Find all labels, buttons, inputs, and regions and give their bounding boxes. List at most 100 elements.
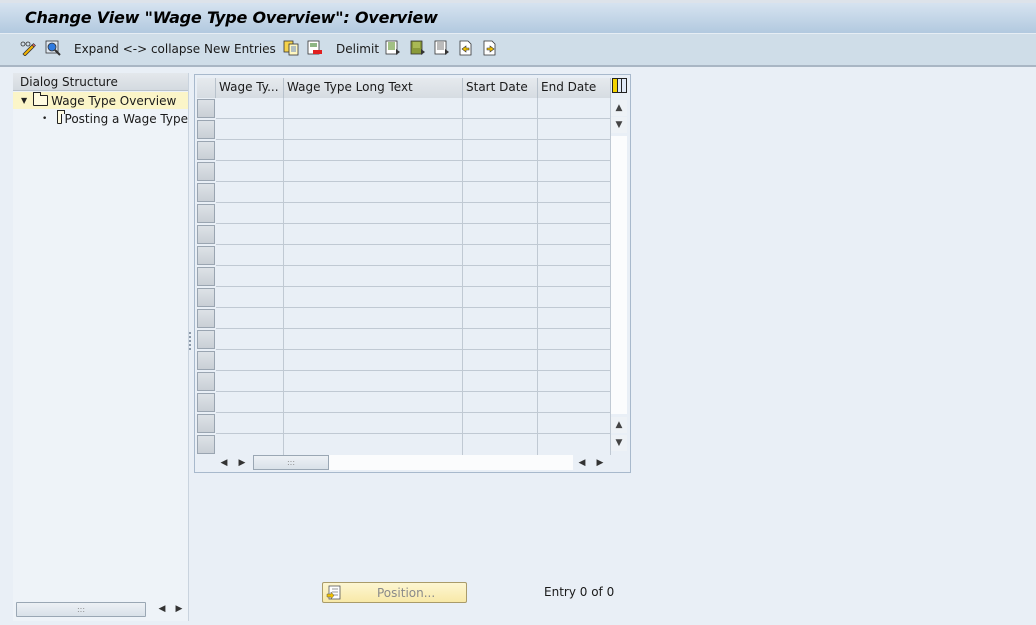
table-cell[interactable] (216, 245, 284, 266)
table-cell[interactable] (216, 98, 284, 119)
scroll-right-end-arrow-icon[interactable]: ▶ (593, 456, 607, 470)
position-button[interactable]: Position... (322, 582, 467, 603)
table-cell[interactable] (216, 161, 284, 182)
table-cell[interactable] (538, 161, 611, 182)
expand-triangle-icon[interactable]: ▼ (21, 96, 27, 105)
table-cell[interactable] (538, 287, 611, 308)
table-cell[interactable] (284, 119, 463, 140)
horizontal-scroll-thumb[interactable]: ::: (253, 455, 329, 470)
table-cell[interactable] (538, 371, 611, 392)
table-cell[interactable] (463, 161, 538, 182)
column-header-start-date[interactable]: Start Date (463, 78, 538, 98)
delete-button[interactable] (307, 40, 323, 56)
row-selector[interactable] (197, 393, 215, 412)
row-selector[interactable] (197, 120, 215, 139)
table-cell[interactable] (216, 329, 284, 350)
new-entries-button[interactable]: New Entries (204, 42, 276, 56)
table-cell[interactable] (463, 371, 538, 392)
find-button[interactable] (45, 40, 61, 56)
table-cell[interactable] (463, 308, 538, 329)
scroll-left-arrow-icon[interactable]: ◀ (217, 456, 231, 470)
table-cell[interactable] (216, 350, 284, 371)
table-cell[interactable] (284, 350, 463, 371)
table-cell[interactable] (538, 329, 611, 350)
select-all-rows-corner[interactable] (197, 78, 216, 98)
tree-node-wage-type-overview[interactable]: ▼ Wage Type Overview (13, 92, 188, 109)
table-cell[interactable] (538, 98, 611, 119)
scroll-up-icon[interactable]: ▲ (611, 100, 627, 116)
column-header-end-date[interactable]: End Date (538, 78, 611, 98)
row-selector[interactable] (197, 204, 215, 223)
column-header-long-text[interactable]: Wage Type Long Text (284, 78, 463, 98)
horizontal-scroll-track[interactable] (329, 455, 573, 470)
row-selector[interactable] (197, 267, 215, 286)
tree-node-posting-wage-type[interactable]: • Posting a Wage Type (13, 110, 188, 127)
row-selector[interactable] (197, 330, 215, 349)
table-cell[interactable] (284, 245, 463, 266)
table-cell[interactable] (284, 224, 463, 245)
scroll-page-down-icon[interactable]: ▼ (611, 435, 627, 451)
table-cell[interactable] (463, 329, 538, 350)
table-cell[interactable] (463, 119, 538, 140)
table-cell[interactable] (216, 182, 284, 203)
table-cell[interactable] (538, 140, 611, 161)
select-all-button[interactable] (385, 40, 401, 56)
table-cell[interactable] (463, 182, 538, 203)
copy-as-button[interactable] (283, 40, 299, 56)
table-cell[interactable] (538, 245, 611, 266)
row-selector[interactable] (197, 435, 215, 454)
delimit-button[interactable]: Delimit (336, 42, 379, 56)
row-selector[interactable] (197, 225, 215, 244)
row-selector[interactable] (197, 309, 215, 328)
row-selector[interactable] (197, 141, 215, 160)
table-cell[interactable] (463, 266, 538, 287)
table-cell[interactable] (463, 245, 538, 266)
scroll-left-arrow-icon[interactable]: ◀ (155, 602, 169, 616)
row-selector[interactable] (197, 99, 215, 118)
table-cell[interactable] (463, 392, 538, 413)
table-cell[interactable] (216, 308, 284, 329)
scroll-right-arrow-icon[interactable]: ▶ (235, 456, 249, 470)
table-cell[interactable] (463, 434, 538, 455)
table-cell[interactable] (463, 350, 538, 371)
table-cell[interactable] (284, 203, 463, 224)
previous-entry-button[interactable] (458, 40, 474, 56)
display-change-button[interactable] (20, 40, 36, 56)
table-cell[interactable] (463, 203, 538, 224)
row-selector[interactable] (197, 246, 215, 265)
table-cell[interactable] (216, 266, 284, 287)
table-cell[interactable] (538, 413, 611, 434)
table-cell[interactable] (284, 308, 463, 329)
table-cell[interactable] (284, 329, 463, 350)
table-cell[interactable] (284, 182, 463, 203)
row-selector[interactable] (197, 162, 215, 181)
tree-horizontal-scrollbar[interactable]: ::: (16, 602, 146, 617)
table-horizontal-scrollbar[interactable]: ◀ ▶ ::: ◀ ▶ (215, 455, 612, 471)
table-cell[interactable] (284, 392, 463, 413)
table-cell[interactable] (538, 392, 611, 413)
scroll-page-up-icon[interactable]: ▲ (611, 417, 627, 433)
table-cell[interactable] (538, 308, 611, 329)
row-selector[interactable] (197, 183, 215, 202)
table-cell[interactable] (538, 266, 611, 287)
row-selector[interactable] (197, 288, 215, 307)
table-cell[interactable] (463, 140, 538, 161)
table-cell[interactable] (284, 371, 463, 392)
table-cell[interactable] (216, 224, 284, 245)
row-selector[interactable] (197, 414, 215, 433)
table-cell[interactable] (216, 287, 284, 308)
table-cell[interactable] (216, 119, 284, 140)
panel-splitter[interactable] (189, 332, 192, 354)
row-selector[interactable] (197, 351, 215, 370)
expand-collapse-button[interactable]: Expand <-> collapse (74, 42, 200, 56)
next-entry-button[interactable] (482, 40, 498, 56)
table-cell[interactable] (284, 434, 463, 455)
scroll-left-end-arrow-icon[interactable]: ◀ (575, 456, 589, 470)
table-cell[interactable] (538, 182, 611, 203)
table-cell[interactable] (538, 119, 611, 140)
vertical-scroll-track[interactable] (611, 136, 627, 414)
table-cell[interactable] (538, 350, 611, 371)
table-cell[interactable] (538, 224, 611, 245)
scroll-down-icon[interactable]: ▼ (611, 117, 627, 133)
table-cell[interactable] (538, 434, 611, 455)
